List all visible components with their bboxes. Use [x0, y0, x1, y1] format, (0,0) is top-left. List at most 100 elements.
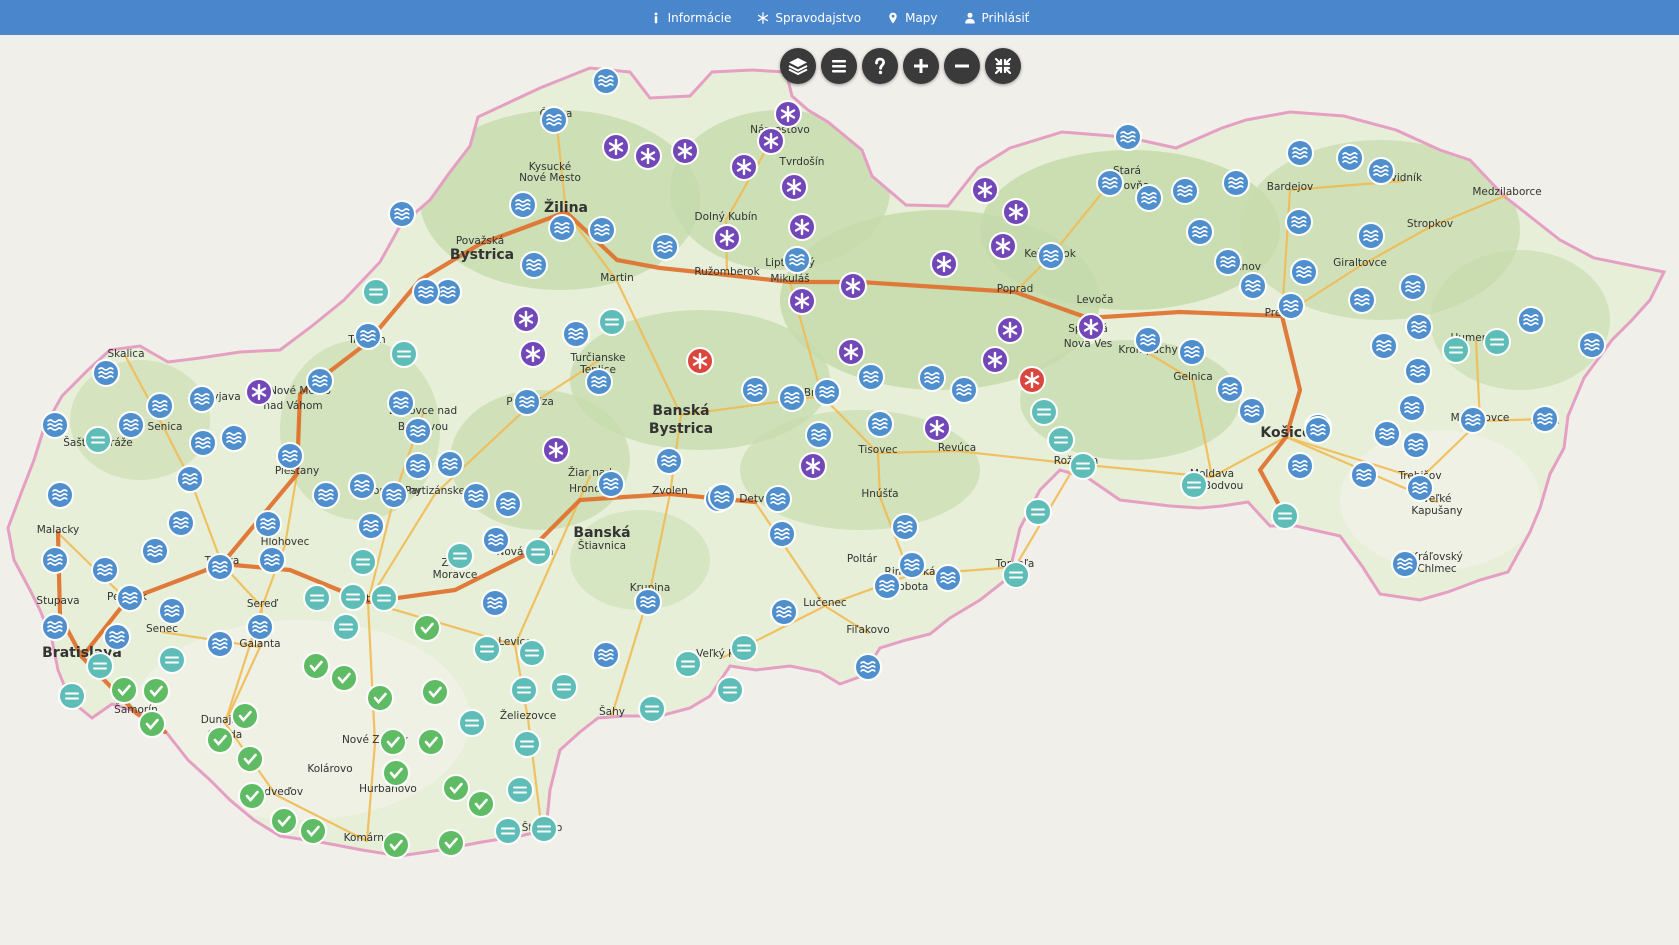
list-button[interactable] — [821, 48, 857, 84]
snow-marker[interactable] — [930, 250, 958, 278]
water-marker[interactable] — [1398, 394, 1426, 422]
wet-marker[interactable] — [1047, 426, 1075, 454]
water-marker[interactable] — [1286, 452, 1314, 480]
snow-marker[interactable] — [512, 305, 540, 333]
wet-marker[interactable] — [550, 673, 578, 701]
clear-marker[interactable] — [206, 726, 234, 754]
water-marker[interactable] — [634, 588, 662, 616]
water-marker[interactable] — [509, 191, 537, 219]
wet-marker[interactable] — [1030, 398, 1058, 426]
water-marker[interactable] — [1336, 144, 1364, 172]
water-marker[interactable] — [854, 653, 882, 681]
snow-marker[interactable] — [1002, 198, 1030, 226]
water-marker[interactable] — [1096, 169, 1124, 197]
snow-marker[interactable] — [788, 213, 816, 241]
clear-marker[interactable] — [302, 652, 330, 680]
water-marker[interactable] — [1402, 431, 1430, 459]
water-marker[interactable] — [1348, 286, 1376, 314]
help-button[interactable] — [862, 48, 898, 84]
wet-marker[interactable] — [158, 646, 186, 674]
water-marker[interactable] — [357, 512, 385, 540]
water-marker[interactable] — [41, 613, 69, 641]
wet-marker[interactable] — [1483, 328, 1511, 356]
snow-marker[interactable] — [245, 378, 273, 406]
clear-marker[interactable] — [421, 678, 449, 706]
clear-marker[interactable] — [236, 745, 264, 773]
water-marker[interactable] — [41, 411, 69, 439]
water-marker[interactable] — [778, 384, 806, 412]
wet-marker[interactable] — [513, 730, 541, 758]
water-marker[interactable] — [412, 278, 440, 306]
water-marker[interactable] — [312, 481, 340, 509]
snow-marker[interactable] — [923, 414, 951, 442]
water-marker[interactable] — [254, 510, 282, 538]
water-marker[interactable] — [1459, 406, 1487, 434]
snow-marker[interactable] — [837, 338, 865, 366]
water-marker[interactable] — [482, 526, 510, 554]
water-marker[interactable] — [520, 251, 548, 279]
clear-marker[interactable] — [270, 807, 298, 835]
water-marker[interactable] — [918, 364, 946, 392]
clear-marker[interactable] — [442, 774, 470, 802]
clear-marker[interactable] — [417, 728, 445, 756]
water-marker[interactable] — [116, 584, 144, 612]
water-marker[interactable] — [655, 447, 683, 475]
road-conditions-map[interactable]: ČadcaNámestovoTvrdošínKysuckéNové MestoŽ… — [0, 35, 1679, 945]
water-marker[interactable] — [1238, 397, 1266, 425]
water-marker[interactable] — [117, 411, 145, 439]
wet-marker[interactable] — [1002, 561, 1030, 589]
water-marker[interactable] — [770, 598, 798, 626]
wet-marker[interactable] — [524, 538, 552, 566]
wet-marker[interactable] — [518, 639, 546, 667]
snow-marker[interactable] — [774, 100, 802, 128]
wet-marker[interactable] — [362, 278, 390, 306]
water-marker[interactable] — [92, 359, 120, 387]
water-marker[interactable] — [1531, 405, 1559, 433]
water-marker[interactable] — [708, 483, 736, 511]
clear-marker[interactable] — [138, 710, 166, 738]
wet-marker[interactable] — [458, 709, 486, 737]
water-marker[interactable] — [306, 367, 334, 395]
water-marker[interactable] — [462, 482, 490, 510]
water-marker[interactable] — [46, 481, 74, 509]
water-marker[interactable] — [764, 485, 792, 513]
water-marker[interactable] — [1285, 208, 1313, 236]
water-marker[interactable] — [1370, 332, 1398, 360]
clear-marker[interactable] — [382, 831, 410, 859]
water-marker[interactable] — [1178, 338, 1206, 366]
wet-marker[interactable] — [510, 676, 538, 704]
water-marker[interactable] — [540, 106, 568, 134]
water-marker[interactable] — [246, 613, 274, 641]
water-marker[interactable] — [592, 641, 620, 669]
wet-marker[interactable] — [638, 695, 666, 723]
clear-marker[interactable] — [238, 782, 266, 810]
wet-marker[interactable] — [332, 613, 360, 641]
wet-marker[interactable] — [390, 340, 418, 368]
snow-marker[interactable] — [634, 142, 662, 170]
wet-marker[interactable] — [339, 583, 367, 611]
clear-marker[interactable] — [299, 817, 327, 845]
water-marker[interactable] — [167, 509, 195, 537]
clear-marker[interactable] — [110, 676, 138, 704]
wet-marker[interactable] — [349, 548, 377, 576]
water-marker[interactable] — [404, 452, 432, 480]
snow-marker[interactable] — [788, 287, 816, 315]
wet-marker[interactable] — [1442, 336, 1470, 364]
water-marker[interactable] — [651, 233, 679, 261]
water-marker[interactable] — [950, 376, 978, 404]
water-marker[interactable] — [592, 67, 620, 95]
water-marker[interactable] — [585, 368, 613, 396]
water-marker[interactable] — [1404, 357, 1432, 385]
snow-marker[interactable] — [839, 272, 867, 300]
water-marker[interactable] — [206, 630, 234, 658]
zoom-out-button[interactable] — [944, 48, 980, 84]
nav-info[interactable]: Informácie — [650, 11, 731, 25]
snow-marker[interactable] — [996, 316, 1024, 344]
water-marker[interactable] — [1135, 184, 1163, 212]
clear-marker[interactable] — [330, 664, 358, 692]
nav-login[interactable]: Prihlásiť — [964, 11, 1029, 25]
water-marker[interactable] — [548, 214, 576, 242]
wet-marker[interactable] — [530, 815, 558, 843]
water-marker[interactable] — [276, 442, 304, 470]
water-marker[interactable] — [1286, 139, 1314, 167]
